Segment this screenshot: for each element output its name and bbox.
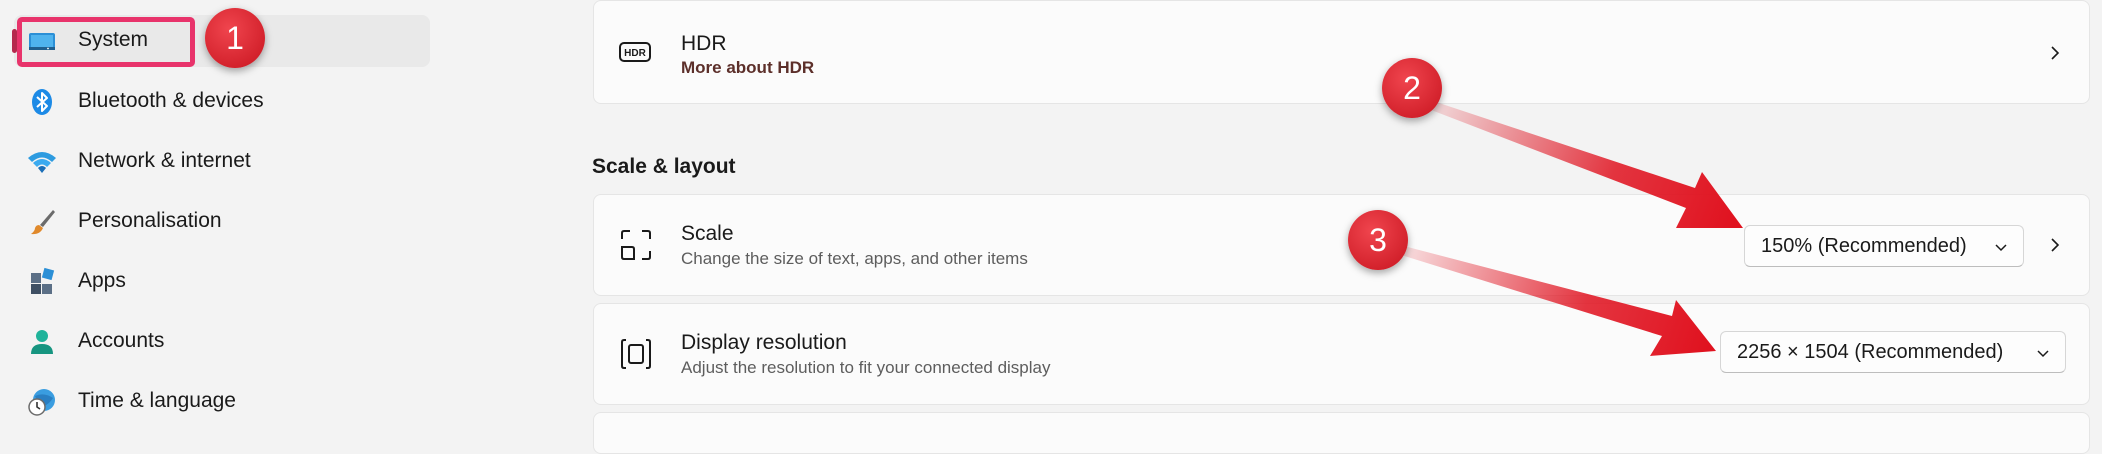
sidebar-item-label: Personalisation	[78, 209, 222, 232]
sidebar-item-time-language[interactable]: Time & language	[14, 376, 430, 428]
resolution-subtitle: Adjust the resolution to fit your connec…	[681, 358, 1051, 377]
hdr-title: HDR	[681, 32, 727, 55]
display-resolution-card: Display resolution Adjust the resolution…	[593, 303, 2090, 405]
sidebar-item-label: Network & internet	[78, 149, 251, 172]
hdr-icon: HDR	[619, 42, 651, 62]
sidebar-item-label: Accounts	[78, 329, 165, 352]
chevron-right-icon	[2051, 46, 2060, 60]
resolution-title: Display resolution	[681, 331, 847, 354]
resolution-icon	[621, 339, 651, 369]
sidebar-item-accounts[interactable]: Accounts	[14, 316, 430, 368]
sidebar-item-bluetooth[interactable]: Bluetooth & devices	[14, 76, 430, 128]
bluetooth-icon	[32, 89, 52, 115]
highlight-box	[17, 17, 195, 67]
section-heading: Scale & layout	[592, 155, 736, 178]
resolution-dropdown-value: 2256 × 1504 (Recommended)	[1737, 340, 2004, 363]
hdr-learn-more-link[interactable]: More about HDR	[681, 58, 814, 78]
wifi-icon	[28, 152, 56, 173]
chevron-down-icon	[1995, 244, 2007, 252]
scale-dropdown[interactable]: 150% (Recommended)	[1744, 225, 2024, 267]
globe-clock-icon	[28, 389, 55, 416]
resolution-dropdown[interactable]: 2256 × 1504 (Recommended)	[1720, 331, 2066, 373]
annotation-badge-1: 1	[205, 8, 265, 68]
sidebar-item-label: Time & language	[78, 389, 236, 412]
chevron-right-icon[interactable]	[2045, 235, 2065, 255]
scale-subtitle: Change the size of text, apps, and other…	[681, 249, 1028, 268]
sidebar-item-personalisation[interactable]: Personalisation	[14, 196, 430, 248]
hdr-card[interactable]: HDR HDR More about HDR	[593, 0, 2090, 104]
hdr-icon-text: HDR	[624, 48, 646, 59]
sidebar-item-apps[interactable]: Apps	[14, 256, 430, 308]
apps-icon	[31, 267, 55, 294]
scale-dropdown-value: 150% (Recommended)	[1761, 234, 1967, 257]
scale-card[interactable]: Scale Change the size of text, apps, and…	[593, 194, 2090, 296]
scale-title: Scale	[681, 222, 734, 245]
sidebar-item-network[interactable]: Network & internet	[14, 136, 430, 188]
scale-icon	[621, 230, 651, 260]
annotation-badge-2: 2	[1382, 58, 1442, 118]
person-icon	[31, 330, 53, 354]
annotation-badge-3: 3	[1348, 210, 1408, 270]
next-setting-card[interactable]	[593, 412, 2090, 454]
chevron-down-icon	[2037, 350, 2049, 358]
sidebar-item-label: Bluetooth & devices	[78, 89, 264, 112]
paintbrush-icon	[31, 210, 55, 235]
sidebar-item-label: Apps	[78, 269, 126, 292]
